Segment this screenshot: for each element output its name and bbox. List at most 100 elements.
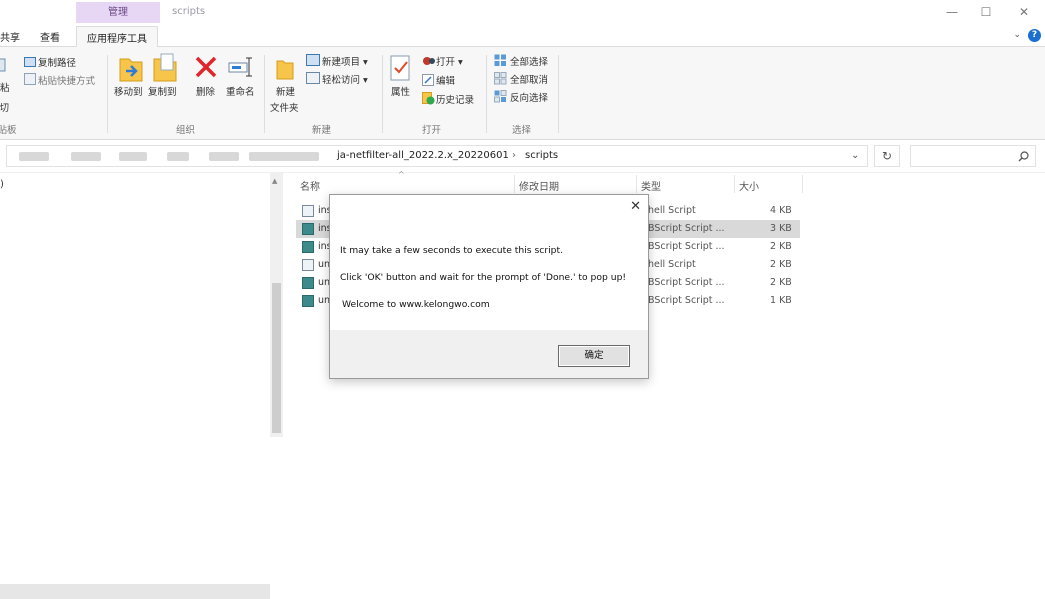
file-type: BScript Script ... — [648, 277, 725, 288]
new-item-button[interactable]: 新建项目 ▾ — [322, 54, 368, 68]
new-folder-icon — [276, 60, 294, 80]
vbs-file-icon — [302, 241, 314, 253]
copy-path-button[interactable]: 复制路径 — [38, 55, 76, 69]
collapse-ribbon-icon[interactable]: ⌄ — [1013, 30, 1021, 40]
paste-label-fragment: 粘 — [0, 83, 10, 94]
dialog-message-line: Welcome to www.kelongwo.com — [342, 299, 490, 310]
column-header-type[interactable]: 类型 — [641, 178, 661, 193]
dialog-message-line: It may take a few seconds to execute thi… — [340, 245, 564, 256]
new-group-label: 新建 — [312, 125, 332, 136]
open-icon — [423, 57, 435, 65]
new-folder-button-line2[interactable]: 文件夹 — [270, 100, 299, 114]
paste-icon[interactable] — [0, 58, 6, 72]
file-type: hell Script — [648, 259, 696, 270]
new-folder-button[interactable]: 新建 — [276, 84, 295, 98]
context-tab-manage[interactable]: 管理 — [76, 2, 160, 23]
file-size: 4 KB — [770, 205, 792, 216]
edit-button[interactable]: 编辑 — [436, 73, 455, 87]
copy-path-icon — [24, 57, 36, 67]
scroll-up-arrow-icon[interactable]: ▲ — [272, 177, 277, 185]
title-bar: 管理 scripts — ☐ ✕ — [0, 0, 1045, 26]
breadcrumb-folder[interactable]: ja-netfilter-all_2022.2.x_20220601 — [337, 150, 509, 161]
breadcrumb-separator-icon[interactable]: › — [512, 150, 516, 161]
ribbon: 粘 剪切 复制路径 粘贴快捷方式 剪贴板 移动到 复制到 删除 重命名 组织 新… — [0, 47, 1045, 140]
edit-icon — [422, 74, 434, 86]
select-all-icon — [494, 54, 506, 66]
group-separator — [382, 55, 383, 133]
nav-scroll-thumb[interactable] — [272, 283, 281, 433]
minimize-button[interactable]: — — [942, 5, 962, 21]
vbs-file-icon — [302, 277, 314, 289]
address-dropdown-icon[interactable]: ⌄ — [851, 150, 859, 161]
new-item-label: 新建项目 — [322, 57, 361, 68]
shell-file-icon — [302, 259, 314, 271]
refresh-button[interactable]: ↻ — [874, 145, 900, 167]
column-divider[interactable] — [636, 175, 637, 193]
file-size: 3 KB — [770, 223, 792, 234]
easy-access-label: 轻松访问 — [322, 75, 361, 86]
column-header-modified[interactable]: 修改日期 — [519, 178, 559, 193]
redacted-path-segment — [119, 152, 147, 161]
history-button[interactable]: 历史记录 — [436, 92, 474, 106]
select-group-label: 选择 — [512, 125, 532, 136]
tab-share[interactable]: 共享 — [0, 29, 20, 44]
redacted-path-segment — [209, 152, 239, 161]
dialog-message-line: Click 'OK' button and wait for the promp… — [340, 272, 627, 283]
redacted-path-segment — [71, 152, 101, 161]
horizontal-scrollbar[interactable] — [0, 584, 270, 599]
move-to-icon — [119, 58, 143, 82]
group-separator — [107, 55, 108, 133]
dialog-close-icon[interactable]: ✕ — [630, 199, 641, 214]
column-divider[interactable] — [734, 175, 735, 193]
rename-button[interactable]: 重命名 — [226, 84, 255, 98]
breadcrumb-current[interactable]: scripts — [525, 150, 558, 161]
group-separator — [486, 55, 487, 133]
move-to-button[interactable]: 移动到 — [114, 84, 143, 98]
address-bar[interactable]: ja-netfilter-all_2022.2.x_20220601 › scr… — [6, 145, 868, 167]
redacted-path-segment — [249, 152, 319, 161]
group-separator — [558, 55, 559, 133]
easy-access-button[interactable]: 轻松访问 ▾ — [322, 72, 368, 86]
invert-selection-icon — [494, 90, 507, 103]
navigation-pane[interactable]: ) — [0, 173, 270, 599]
invert-selection-button[interactable]: 反向选择 — [510, 90, 548, 104]
close-button[interactable]: ✕ — [1014, 5, 1034, 21]
paste-shortcut-icon — [24, 73, 36, 85]
select-none-button[interactable]: 全部取消 — [510, 72, 548, 86]
column-divider[interactable] — [514, 175, 515, 193]
redacted-path-segment — [19, 152, 49, 161]
open-button[interactable]: 打开 ▾ — [436, 54, 463, 68]
tab-app-tools[interactable]: 应用程序工具 — [76, 26, 158, 48]
column-divider[interactable] — [802, 175, 803, 193]
file-size: 1 KB — [770, 295, 792, 306]
vbs-file-icon — [302, 223, 314, 235]
properties-button[interactable]: 属性 — [391, 84, 410, 98]
column-header-name[interactable]: 名称 — [300, 178, 320, 193]
delete-button[interactable]: 删除 — [196, 84, 215, 98]
rename-icon — [228, 57, 252, 77]
properties-icon — [390, 55, 410, 81]
cut-label[interactable]: 剪切 — [0, 100, 9, 114]
address-row: ja-netfilter-all_2022.2.x_20220601 › scr… — [0, 140, 1045, 173]
new-item-icon — [306, 54, 320, 66]
group-separator — [264, 55, 265, 133]
nav-vertical-scrollbar[interactable]: ▲ — [270, 173, 283, 437]
paste-shortcut-button[interactable]: 粘贴快捷方式 — [38, 73, 95, 87]
search-input[interactable] — [910, 145, 1036, 167]
file-type: BScript Script ... — [648, 223, 725, 234]
history-icon — [422, 92, 435, 105]
nav-item-fragment[interactable]: ) — [0, 179, 4, 190]
file-type: BScript Script ... — [648, 241, 725, 252]
window-title: scripts — [172, 6, 206, 17]
help-icon[interactable]: ? — [1028, 29, 1041, 42]
copy-to-button[interactable]: 复制到 — [148, 84, 177, 98]
tab-view[interactable]: 查看 — [40, 29, 60, 44]
ok-button[interactable]: 确定 — [558, 345, 630, 367]
shell-file-icon — [302, 205, 314, 217]
column-header-size[interactable]: 大小 — [739, 178, 759, 193]
select-all-button[interactable]: 全部选择 — [510, 54, 548, 68]
file-type: BScript Script ... — [648, 295, 725, 306]
vbs-file-icon — [302, 295, 314, 307]
copy-to-icon — [153, 53, 177, 82]
maximize-button[interactable]: ☐ — [976, 5, 996, 21]
